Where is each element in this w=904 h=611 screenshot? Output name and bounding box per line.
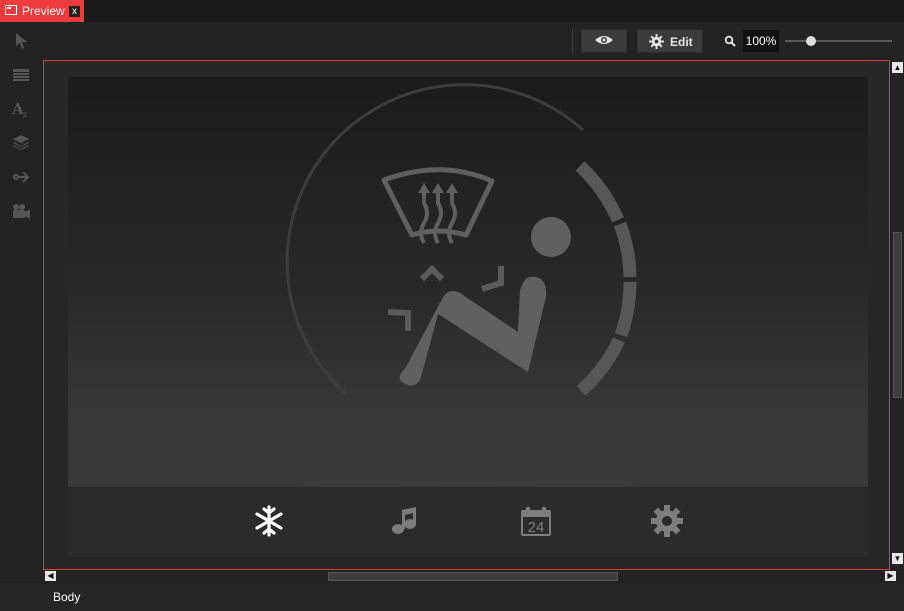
bottom-nav-bar bbox=[68, 487, 868, 557]
calendar-icon[interactable]: 24 bbox=[521, 507, 551, 536]
status-text: Body bbox=[53, 590, 81, 604]
zoom-slider-thumb[interactable] bbox=[806, 36, 816, 46]
preview-button[interactable] bbox=[581, 29, 627, 53]
zoom-slider-track[interactable] bbox=[785, 40, 892, 42]
magnifier-icon bbox=[724, 35, 736, 47]
horizontal-scroll-thumb[interactable] bbox=[328, 572, 618, 581]
eye-icon bbox=[595, 36, 613, 44]
scroll-left-arrow[interactable]: ◀ bbox=[45, 571, 56, 581]
preview-icon bbox=[5, 5, 17, 15]
vertical-scroll-thumb[interactable] bbox=[893, 232, 902, 398]
pointer-icon[interactable] bbox=[10, 30, 32, 52]
preview-canvas: 24 bbox=[43, 60, 890, 570]
toolbar-divider bbox=[572, 28, 573, 54]
svg-text:z: z bbox=[23, 110, 27, 119]
gear-icon bbox=[649, 34, 664, 49]
edit-label: Edit bbox=[670, 35, 693, 49]
settings-gear-icon[interactable] bbox=[651, 505, 683, 537]
scroll-right-arrow[interactable]: ▶ bbox=[885, 571, 896, 581]
hmi-screen: 24 bbox=[68, 77, 868, 557]
connector-icon[interactable] bbox=[10, 166, 32, 188]
zoom-input[interactable]: 100% bbox=[743, 30, 779, 52]
tab-label: Preview bbox=[22, 4, 65, 18]
camera-icon[interactable] bbox=[10, 200, 32, 222]
text-style-icon[interactable]: Az bbox=[10, 98, 32, 120]
scroll-up-arrow[interactable]: ▲ bbox=[892, 62, 903, 73]
layers-icon[interactable] bbox=[10, 132, 32, 154]
tab-close-button[interactable]: x bbox=[69, 6, 80, 17]
status-bar bbox=[0, 583, 904, 611]
calendar-day: 24 bbox=[528, 519, 545, 536]
tab-preview[interactable]: Preview x bbox=[0, 0, 84, 22]
table-icon[interactable] bbox=[10, 64, 32, 86]
edit-button[interactable]: Edit bbox=[637, 29, 703, 53]
tab-bar bbox=[0, 0, 904, 22]
scroll-down-arrow[interactable]: ▼ bbox=[892, 553, 903, 564]
